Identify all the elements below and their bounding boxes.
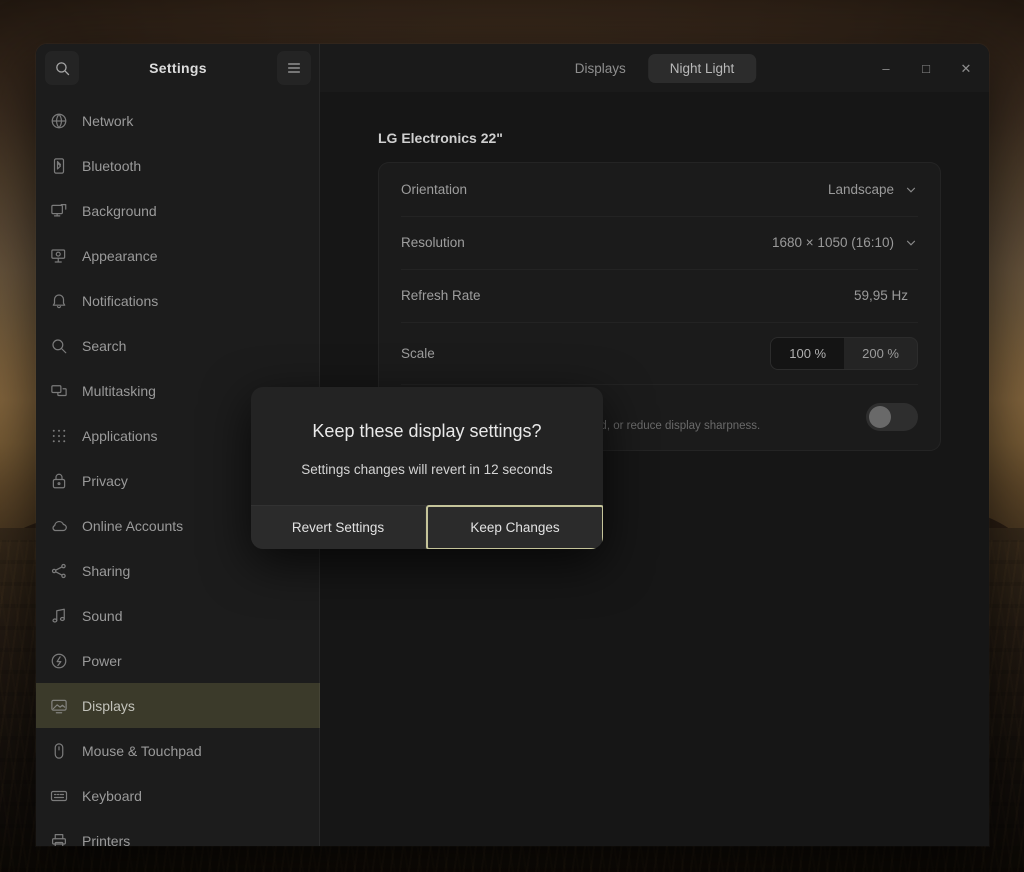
sidebar-item-label: Mouse & Touchpad [82, 743, 202, 759]
search-icon [54, 60, 71, 77]
globe-icon [50, 112, 68, 130]
sidebar-item-printers[interactable]: Printers [36, 818, 320, 846]
resolution-label: Resolution [401, 235, 772, 250]
window-headerbar: Settings Displays Night Light – □ ✕ [36, 44, 989, 92]
row-refresh-rate: Refresh Rate 59,95 Hz [379, 269, 940, 322]
resolution-value: 1680 × 1050 (16:10) [772, 235, 894, 250]
dialog-body: Keep these display settings? Settings ch… [251, 387, 603, 505]
sidebar-item-label: Notifications [82, 293, 158, 309]
sidebar-item-label: Power [82, 653, 122, 669]
headerbar-right: Displays Night Light – □ ✕ [320, 44, 989, 92]
sidebar-item-label: Background [82, 203, 157, 219]
window-body: Network Bluetooth Background Appearance Noti… [36, 92, 989, 846]
sidebar-item-power[interactable]: Power [36, 638, 320, 683]
toggle-knob [869, 406, 891, 428]
window-title: Settings [79, 60, 277, 76]
power-icon [50, 652, 68, 670]
keep-settings-dialog: Keep these display settings? Settings ch… [251, 387, 603, 549]
close-button[interactable]: ✕ [953, 55, 979, 81]
sidebar-item-label: Network [82, 113, 133, 129]
sidebar-item-label: Appearance [82, 248, 158, 264]
dialog-subtitle: Settings changes will revert in 12 secon… [273, 462, 581, 477]
view-switcher: Displays Night Light [553, 54, 757, 83]
windows-icon [50, 382, 68, 400]
sidebar-item-label: Online Accounts [82, 518, 183, 534]
cloud-icon [50, 517, 68, 535]
row-scale: Scale 100 % 200 % [379, 322, 940, 384]
mouse-icon [50, 742, 68, 760]
hamburger-menu-icon [286, 61, 302, 75]
revert-settings-button[interactable]: Revert Settings [251, 506, 425, 549]
bell-icon [50, 292, 68, 310]
chevron-down-icon [904, 236, 918, 250]
desktop: Settings Displays Night Light – □ ✕ [0, 0, 1024, 872]
tab-night-light[interactable]: Night Light [648, 54, 757, 83]
search-icon [50, 337, 68, 355]
minimize-button[interactable]: – [873, 55, 899, 81]
sidebar-item-background[interactable]: Background [36, 188, 320, 233]
sidebar-item-sharing[interactable]: Sharing [36, 548, 320, 593]
sidebar-item-label: Printers [82, 833, 130, 847]
sidebar-item-label: Multitasking [82, 383, 156, 399]
sidebar-item-sound[interactable]: Sound [36, 593, 320, 638]
printer-icon [50, 832, 68, 847]
orientation-label: Orientation [401, 182, 828, 197]
settings-window: Settings Displays Night Light – □ ✕ [36, 44, 989, 846]
sidebar-item-label: Displays [82, 698, 135, 714]
sidebar-item-search[interactable]: Search [36, 323, 320, 368]
keep-changes-button[interactable]: Keep Changes [426, 505, 603, 549]
dialog-actions: Revert Settings Keep Changes [251, 505, 603, 549]
sidebar-item-appearance[interactable]: Appearance [36, 233, 320, 278]
sidebar-item-keyboard[interactable]: Keyboard [36, 773, 320, 818]
sidebar-item-label: Search [82, 338, 126, 354]
row-resolution[interactable]: Resolution 1680 × 1050 (16:10) [379, 216, 940, 269]
background-icon [50, 202, 68, 220]
refresh-rate-value: 59,95 Hz [854, 288, 908, 303]
grid-icon [50, 427, 68, 445]
chevron-down-icon [904, 183, 918, 197]
scale-segmented-control[interactable]: 100 % 200 % [770, 337, 918, 370]
appearance-icon [50, 247, 68, 265]
sidebar-item-label: Bluetooth [82, 158, 141, 174]
search-button[interactable] [45, 51, 79, 85]
sidebar-item-label: Keyboard [82, 788, 142, 804]
scale-option-100[interactable]: 100 % [771, 338, 844, 369]
scale-label: Scale [401, 346, 770, 361]
maximize-button[interactable]: □ [913, 55, 939, 81]
headerbar-left: Settings [36, 44, 320, 92]
music-note-icon [50, 607, 68, 625]
scale-option-200[interactable]: 200 % [844, 338, 917, 369]
sidebar-item-label: Sound [82, 608, 122, 624]
sidebar-item-mouse-touchpad[interactable]: Mouse & Touchpad [36, 728, 320, 773]
sidebar-item-notifications[interactable]: Notifications [36, 278, 320, 323]
dialog-title: Keep these display settings? [273, 421, 581, 442]
fractional-scaling-toggle[interactable] [866, 403, 918, 431]
lock-icon [50, 472, 68, 490]
keyboard-icon [50, 787, 68, 805]
bluetooth-icon [50, 157, 68, 175]
sidebar-item-label: Privacy [82, 473, 128, 489]
sidebar-item-label: Sharing [82, 563, 130, 579]
sidebar-item-bluetooth[interactable]: Bluetooth [36, 143, 320, 188]
sidebar-item-network[interactable]: Network [36, 98, 320, 143]
orientation-value: Landscape [828, 182, 894, 197]
tab-displays[interactable]: Displays [553, 54, 648, 83]
sidebar-item-label: Applications [82, 428, 158, 444]
display-icon [50, 697, 68, 715]
refresh-rate-label: Refresh Rate [401, 288, 854, 303]
row-orientation[interactable]: Orientation Landscape [379, 163, 940, 216]
window-controls: – □ ✕ [873, 55, 979, 81]
sidebar-item-displays[interactable]: Displays [36, 683, 320, 728]
main-menu-button[interactable] [277, 51, 311, 85]
monitor-title: LG Electronics 22" [378, 130, 941, 146]
share-icon [50, 562, 68, 580]
